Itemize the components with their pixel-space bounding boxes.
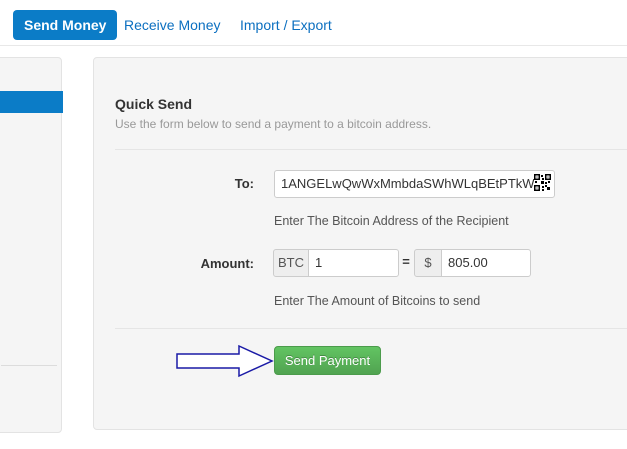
tab-send-money[interactable]: Send Money: [13, 10, 118, 40]
tab-receive-money[interactable]: Receive Money: [124, 10, 221, 40]
qr-code-icon[interactable]: [534, 174, 551, 191]
amount-label: Amount:: [200, 256, 254, 271]
usd-amount-input[interactable]: 805.00: [441, 249, 531, 277]
nav-divider: [0, 45, 627, 46]
usd-prefix: $: [414, 249, 442, 277]
quick-send-panel: Quick Send Use the form below to send a …: [93, 57, 627, 430]
sidebar-active-item[interactable]: [0, 91, 63, 113]
recipient-help-text: Enter The Bitcoin Address of the Recipie…: [274, 214, 509, 228]
send-payment-button[interactable]: Send Payment: [274, 346, 381, 375]
panel-title: Quick Send: [115, 96, 193, 112]
right-arrow-annotation: [176, 344, 274, 378]
amount-help-text: Enter The Amount of Bitcoins to send: [274, 294, 481, 308]
to-label: To:: [234, 176, 254, 191]
sidebar-panel: [0, 57, 63, 433]
tab-import-export[interactable]: Import / Export: [240, 10, 332, 40]
btc-prefix: BTC: [273, 249, 309, 277]
recipient-address-input[interactable]: 1ANGELwQwWxMmbdaSWhWLqBEtPTkWb: [274, 170, 555, 198]
form-divider-bottom: [115, 328, 627, 329]
equals-sign: =: [402, 254, 410, 269]
btc-amount-input[interactable]: 1: [308, 249, 399, 277]
panel-subtitle: Use the form below to send a payment to …: [115, 117, 432, 131]
sidebar-divider: [1, 365, 57, 366]
form-divider-top: [115, 149, 627, 150]
